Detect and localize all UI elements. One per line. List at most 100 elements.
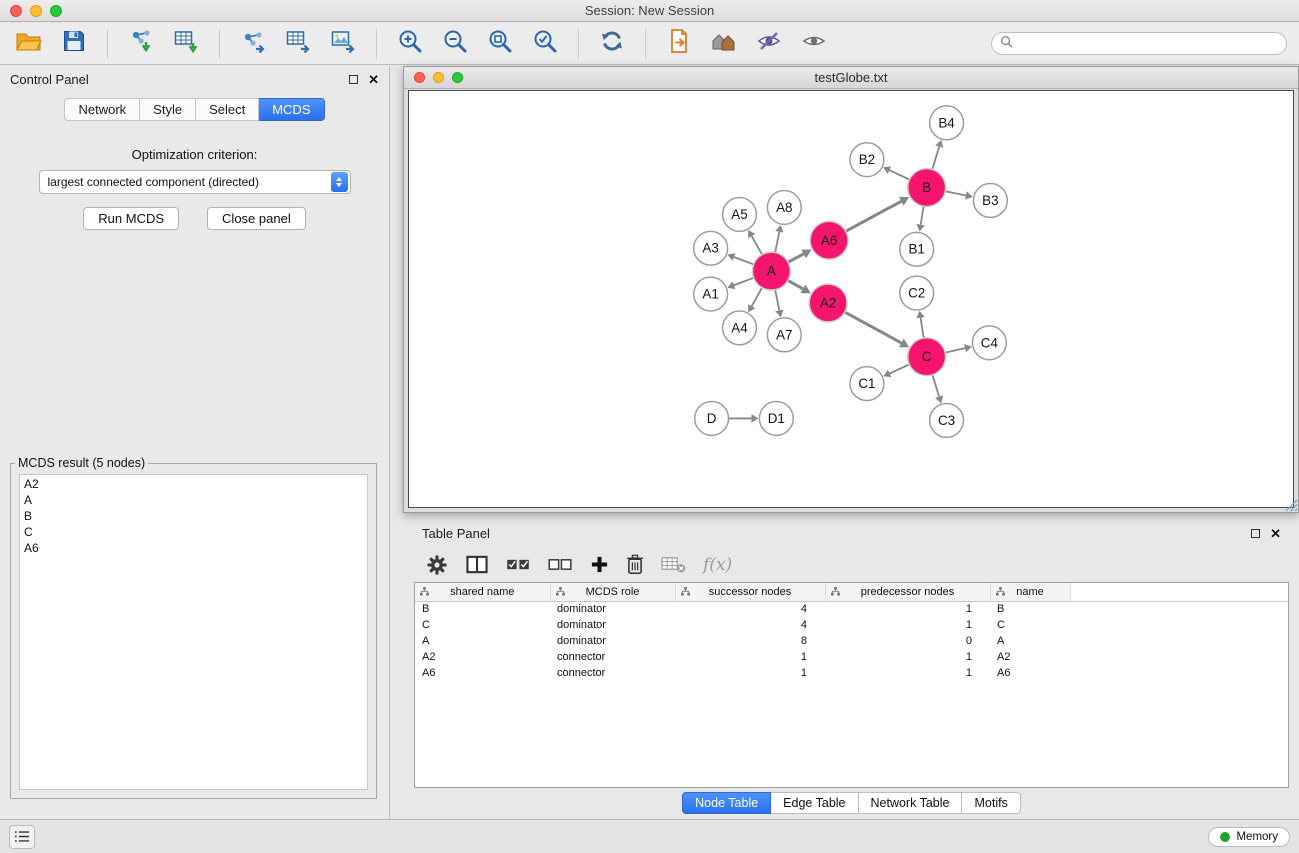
mcds-result-item[interactable]: A2 [24, 476, 363, 492]
tab-network[interactable]: Network [64, 98, 140, 121]
mcds-result-item[interactable]: A6 [24, 540, 363, 556]
table-row[interactable]: A2connector11A2 [415, 649, 1288, 665]
toolbar-separator [578, 29, 579, 59]
table-row[interactable]: Bdominator41B [415, 601, 1288, 617]
function-builder-button[interactable]: f(x) [703, 555, 732, 575]
network-node-B4[interactable]: B4 [930, 106, 964, 140]
network-node-A3[interactable]: A3 [694, 231, 728, 265]
import-table-button[interactable] [169, 27, 203, 61]
export-document-button[interactable] [662, 27, 696, 61]
network-node-C4[interactable]: C4 [972, 326, 1006, 360]
svg-text:D1: D1 [768, 411, 785, 426]
zoom-in-button[interactable] [393, 27, 427, 61]
toggle-visibility-button[interactable] [797, 27, 831, 61]
window-titlebar[interactable]: Session: New Session [0, 0, 1299, 22]
memory-button[interactable]: Memory [1208, 827, 1290, 847]
network-node-A5[interactable]: A5 [723, 197, 757, 231]
delete-column-button[interactable] [626, 554, 644, 575]
export-network-button[interactable] [236, 27, 270, 61]
column-type-icon [681, 587, 690, 599]
svg-text:B3: B3 [982, 193, 998, 208]
mcds-result-item[interactable]: B [24, 508, 363, 524]
zoom-fit-icon [487, 28, 513, 59]
float-table-panel-icon[interactable] [1251, 529, 1260, 538]
network-node-C2[interactable]: C2 [900, 276, 934, 310]
resize-grip-icon[interactable] [1285, 499, 1298, 512]
list-icon [14, 830, 30, 843]
network-node-D1[interactable]: D1 [759, 402, 793, 436]
apply-layout-button[interactable] [595, 27, 629, 61]
table-cell-filler [1070, 633, 1288, 649]
network-node-B[interactable]: B [908, 169, 946, 207]
table-cell: 1 [825, 601, 990, 617]
tab-node-table[interactable]: Node Table [682, 792, 771, 814]
column-header-MCDS-role[interactable]: MCDS role [550, 583, 675, 601]
svg-text:B1: B1 [908, 242, 924, 257]
search-box[interactable] [991, 32, 1287, 55]
column-header-name[interactable]: name [990, 583, 1070, 601]
toolbar-separator [376, 29, 377, 59]
network-canvas-area[interactable]: B4 B2 B B3 A5 A8 A6 A3 B1 A A1 C2 A2 A4 A7 C4 C C1 C3 D D1 [408, 90, 1294, 508]
table-settings-button[interactable] [426, 554, 448, 576]
network-node-C[interactable]: C [908, 338, 946, 376]
tab-mcds[interactable]: MCDS [259, 98, 324, 121]
network-node-A8[interactable]: A8 [767, 191, 801, 225]
float-panel-icon[interactable] [349, 75, 358, 84]
tab-edge-table[interactable]: Edge Table [771, 792, 858, 814]
network-node-B1[interactable]: B1 [900, 232, 934, 266]
column-header-shared-name[interactable]: shared name [415, 583, 550, 601]
column-header-successor-nodes[interactable]: successor nodes [675, 583, 825, 601]
add-column-button[interactable] [590, 555, 609, 574]
node-table-container[interactable]: shared nameMCDS rolesuccessor nodesprede… [414, 582, 1289, 788]
network-node-A4[interactable]: A4 [723, 311, 757, 345]
network-node-D[interactable]: D [695, 402, 729, 436]
network-node-A7[interactable]: A7 [767, 318, 801, 352]
network-node-B3[interactable]: B3 [973, 184, 1007, 218]
network-node-A2[interactable]: A2 [809, 284, 847, 322]
mcds-result-list[interactable]: A2ABCA6 [19, 474, 368, 790]
network-node-B2[interactable]: B2 [850, 143, 884, 177]
delete-table-button[interactable] [661, 555, 686, 574]
table-cell: A6 [990, 665, 1070, 681]
show-columns-button[interactable] [465, 554, 489, 575]
column-type-icon [996, 587, 1005, 599]
zoom-fit-button[interactable] [483, 27, 517, 61]
network-window-titlebar[interactable]: testGlobe.txt [404, 67, 1298, 89]
zoom-out-button[interactable] [438, 27, 472, 61]
tab-style[interactable]: Style [140, 98, 196, 121]
mcds-result-item[interactable]: A [24, 492, 363, 508]
close-panel-icon[interactable]: ✕ [368, 73, 379, 86]
mcds-result-item[interactable]: C [24, 524, 363, 540]
run-mcds-button[interactable]: Run MCDS [83, 207, 179, 230]
select-all-button[interactable] [506, 557, 531, 572]
column-header-predecessor-nodes[interactable]: predecessor nodes [825, 583, 990, 601]
svg-text:A5: A5 [731, 207, 747, 222]
export-image-button[interactable] [326, 27, 360, 61]
network-node-A1[interactable]: A1 [694, 277, 728, 311]
export-table-button[interactable] [281, 27, 315, 61]
criterion-dropdown[interactable]: largest connected component (directed) [39, 170, 351, 194]
network-node-C3[interactable]: C3 [930, 403, 964, 437]
close-panel-button[interactable]: Close panel [207, 207, 306, 230]
table-row[interactable]: Adominator80A [415, 633, 1288, 649]
open-session-button[interactable] [12, 27, 46, 61]
network-node-A6[interactable]: A6 [810, 221, 848, 259]
tab-select[interactable]: Select [196, 98, 259, 121]
task-history-button[interactable] [9, 825, 35, 849]
show-details-button[interactable] [752, 27, 786, 61]
zoom-selected-button[interactable] [528, 27, 562, 61]
overview-button[interactable] [707, 27, 741, 61]
search-input[interactable] [1018, 37, 1278, 51]
tab-network-table[interactable]: Network Table [859, 792, 963, 814]
table-cell: connector [550, 649, 675, 665]
table-row[interactable]: A6connector11A6 [415, 665, 1288, 681]
tab-motifs[interactable]: Motifs [962, 792, 1020, 814]
save-session-button[interactable] [57, 27, 91, 61]
network-node-C1[interactable]: C1 [850, 367, 884, 401]
close-table-panel-icon[interactable]: ✕ [1270, 527, 1281, 540]
import-network-button[interactable] [124, 27, 158, 61]
table-row[interactable]: Cdominator41C [415, 617, 1288, 633]
deselect-all-button[interactable] [548, 557, 573, 572]
svg-text:A6: A6 [821, 233, 837, 248]
network-node-A[interactable]: A [752, 252, 790, 290]
